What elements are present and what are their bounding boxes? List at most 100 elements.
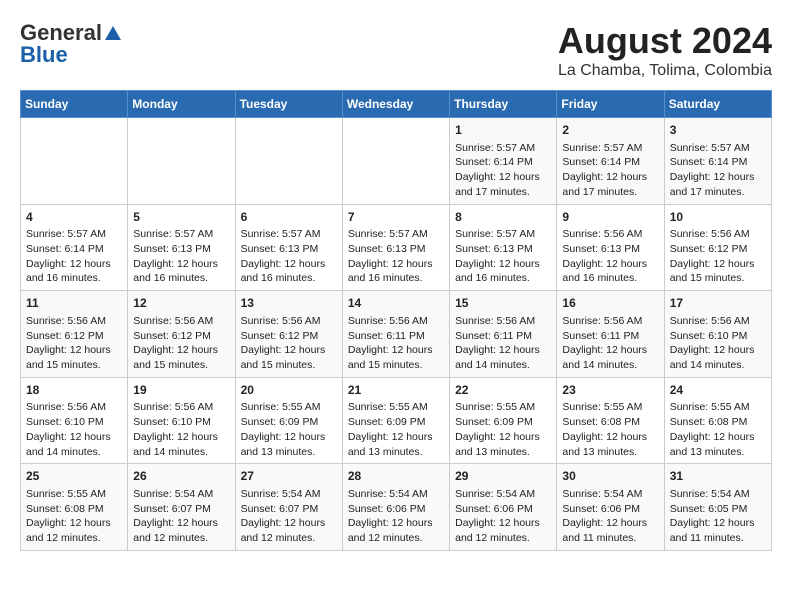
day-detail: Sunrise: 5:57 AM xyxy=(241,227,337,242)
day-detail: and 16 minutes. xyxy=(241,271,337,286)
calendar-week-row: 4Sunrise: 5:57 AMSunset: 6:14 PMDaylight… xyxy=(21,204,772,291)
calendar-cell: 12Sunrise: 5:56 AMSunset: 6:12 PMDayligh… xyxy=(128,291,235,378)
day-detail: Sunset: 6:12 PM xyxy=(26,329,122,344)
calendar-cell: 22Sunrise: 5:55 AMSunset: 6:09 PMDayligh… xyxy=(450,377,557,464)
day-detail: Daylight: 12 hours xyxy=(348,257,444,272)
day-detail: Sunrise: 5:55 AM xyxy=(455,400,551,415)
calendar-cell: 5Sunrise: 5:57 AMSunset: 6:13 PMDaylight… xyxy=(128,204,235,291)
day-detail: Sunset: 6:13 PM xyxy=(133,242,229,257)
day-detail: Sunset: 6:14 PM xyxy=(670,155,766,170)
day-detail: and 14 minutes. xyxy=(562,358,658,373)
day-detail: and 12 minutes. xyxy=(133,531,229,546)
weekday-header-friday: Friday xyxy=(557,91,664,118)
day-detail: Sunset: 6:08 PM xyxy=(26,502,122,517)
day-detail: Sunrise: 5:54 AM xyxy=(241,487,337,502)
day-detail: Sunset: 6:10 PM xyxy=(133,415,229,430)
day-number: 28 xyxy=(348,468,444,485)
day-detail: Sunrise: 5:55 AM xyxy=(241,400,337,415)
calendar-cell: 18Sunrise: 5:56 AMSunset: 6:10 PMDayligh… xyxy=(21,377,128,464)
day-detail: and 11 minutes. xyxy=(562,531,658,546)
calendar-cell xyxy=(128,118,235,205)
day-number: 31 xyxy=(670,468,766,485)
day-detail: Daylight: 12 hours xyxy=(562,257,658,272)
day-detail: Sunset: 6:08 PM xyxy=(562,415,658,430)
calendar-cell: 14Sunrise: 5:56 AMSunset: 6:11 PMDayligh… xyxy=(342,291,449,378)
day-number: 6 xyxy=(241,209,337,226)
day-detail: Sunrise: 5:56 AM xyxy=(562,314,658,329)
calendar-cell: 31 Sunrise: 5:54 AMSunset: 6:05 PMDayligh… xyxy=(664,464,771,551)
day-detail: Daylight: 12 hours xyxy=(455,343,551,358)
day-detail: and 16 minutes. xyxy=(348,271,444,286)
day-detail: Daylight: 12 hours xyxy=(348,430,444,445)
day-number: 2 xyxy=(562,122,658,139)
day-detail: Sunset: 6:14 PM xyxy=(455,155,551,170)
calendar-cell: 19Sunrise: 5:56 AMSunset: 6:10 PMDayligh… xyxy=(128,377,235,464)
day-detail: and 16 minutes. xyxy=(562,271,658,286)
calendar-cell: 20Sunrise: 5:55 AMSunset: 6:09 PMDayligh… xyxy=(235,377,342,464)
day-detail: and 15 minutes. xyxy=(241,358,337,373)
day-detail: Sunset: 6:12 PM xyxy=(133,329,229,344)
calendar-cell: 10Sunrise: 5:56 AMSunset: 6:12 PMDayligh… xyxy=(664,204,771,291)
calendar-cell: 24Sunrise: 5:55 AMSunset: 6:08 PMDayligh… xyxy=(664,377,771,464)
day-detail: and 16 minutes. xyxy=(455,271,551,286)
day-detail: Daylight: 12 hours xyxy=(26,430,122,445)
day-detail: and 16 minutes. xyxy=(26,271,122,286)
day-detail: Sunrise: 5:54 AM xyxy=(455,487,551,502)
day-detail: Daylight: 12 hours xyxy=(562,170,658,185)
calendar-cell: 4Sunrise: 5:57 AMSunset: 6:14 PMDaylight… xyxy=(21,204,128,291)
day-detail: and 13 minutes. xyxy=(455,445,551,460)
day-detail: and 12 minutes. xyxy=(241,531,337,546)
day-detail: Sunrise: 5:56 AM xyxy=(455,314,551,329)
day-detail: Daylight: 12 hours xyxy=(670,516,766,531)
day-number: 17 xyxy=(670,295,766,312)
day-detail: Sunrise: 5:55 AM xyxy=(26,487,122,502)
day-detail: Sunrise: 5:57 AM xyxy=(133,227,229,242)
day-number: 11 xyxy=(26,295,122,312)
day-number: 7 xyxy=(348,209,444,226)
day-detail: Sunset: 6:11 PM xyxy=(562,329,658,344)
calendar-cell: 16Sunrise: 5:56 AMSunset: 6:11 PMDayligh… xyxy=(557,291,664,378)
day-detail: Sunrise: 5:55 AM xyxy=(670,400,766,415)
day-detail: and 15 minutes. xyxy=(26,358,122,373)
day-detail: Daylight: 12 hours xyxy=(670,343,766,358)
day-detail: Sunrise: 5:57 AM xyxy=(26,227,122,242)
day-detail: Daylight: 12 hours xyxy=(241,430,337,445)
day-number: 10 xyxy=(670,209,766,226)
day-detail: Sunrise: 5:54 AM xyxy=(670,487,766,502)
day-detail: and 15 minutes. xyxy=(348,358,444,373)
day-detail: Sunset: 6:05 PM xyxy=(670,502,766,517)
calendar-cell: 29Sunrise: 5:54 AMSunset: 6:06 PMDayligh… xyxy=(450,464,557,551)
weekday-header-wednesday: Wednesday xyxy=(342,91,449,118)
day-detail: and 12 minutes. xyxy=(348,531,444,546)
day-detail: Daylight: 12 hours xyxy=(562,430,658,445)
day-detail: Sunset: 6:13 PM xyxy=(241,242,337,257)
day-number: 21 xyxy=(348,382,444,399)
day-number: 1 xyxy=(455,122,551,139)
day-number: 4 xyxy=(26,209,122,226)
location-subtitle: La Chamba, Tolima, Colombia xyxy=(558,62,772,80)
logo: General Blue xyxy=(20,20,124,68)
day-detail: Sunset: 6:06 PM xyxy=(562,502,658,517)
calendar-cell: 1Sunrise: 5:57 AMSunset: 6:14 PMDaylight… xyxy=(450,118,557,205)
logo-blue-text: Blue xyxy=(20,42,68,68)
day-detail: Sunset: 6:11 PM xyxy=(455,329,551,344)
day-number: 24 xyxy=(670,382,766,399)
calendar-cell: 9Sunrise: 5:56 AMSunset: 6:13 PMDaylight… xyxy=(557,204,664,291)
calendar-cell: 3Sunrise: 5:57 AMSunset: 6:14 PMDaylight… xyxy=(664,118,771,205)
day-detail: Sunrise: 5:57 AM xyxy=(455,227,551,242)
day-number: 18 xyxy=(26,382,122,399)
day-number: 25 xyxy=(26,468,122,485)
day-detail: Sunset: 6:10 PM xyxy=(26,415,122,430)
day-detail: and 17 minutes. xyxy=(455,185,551,200)
day-detail: and 13 minutes. xyxy=(348,445,444,460)
calendar-cell xyxy=(235,118,342,205)
day-detail: Daylight: 12 hours xyxy=(455,430,551,445)
day-detail: Sunrise: 5:57 AM xyxy=(348,227,444,242)
calendar-week-row: 25 Sunrise: 5:55 AMSunset: 6:08 PM Dayligh… xyxy=(21,464,772,551)
calendar-cell: 11Sunrise: 5:56 AMSunset: 6:12 PMDayligh… xyxy=(21,291,128,378)
day-detail: Sunrise: 5:56 AM xyxy=(26,400,122,415)
day-detail: Sunset: 6:13 PM xyxy=(348,242,444,257)
day-detail: Sunrise: 5:54 AM xyxy=(348,487,444,502)
day-detail: Sunrise: 5:56 AM xyxy=(670,227,766,242)
day-detail: and 17 minutes. xyxy=(562,185,658,200)
